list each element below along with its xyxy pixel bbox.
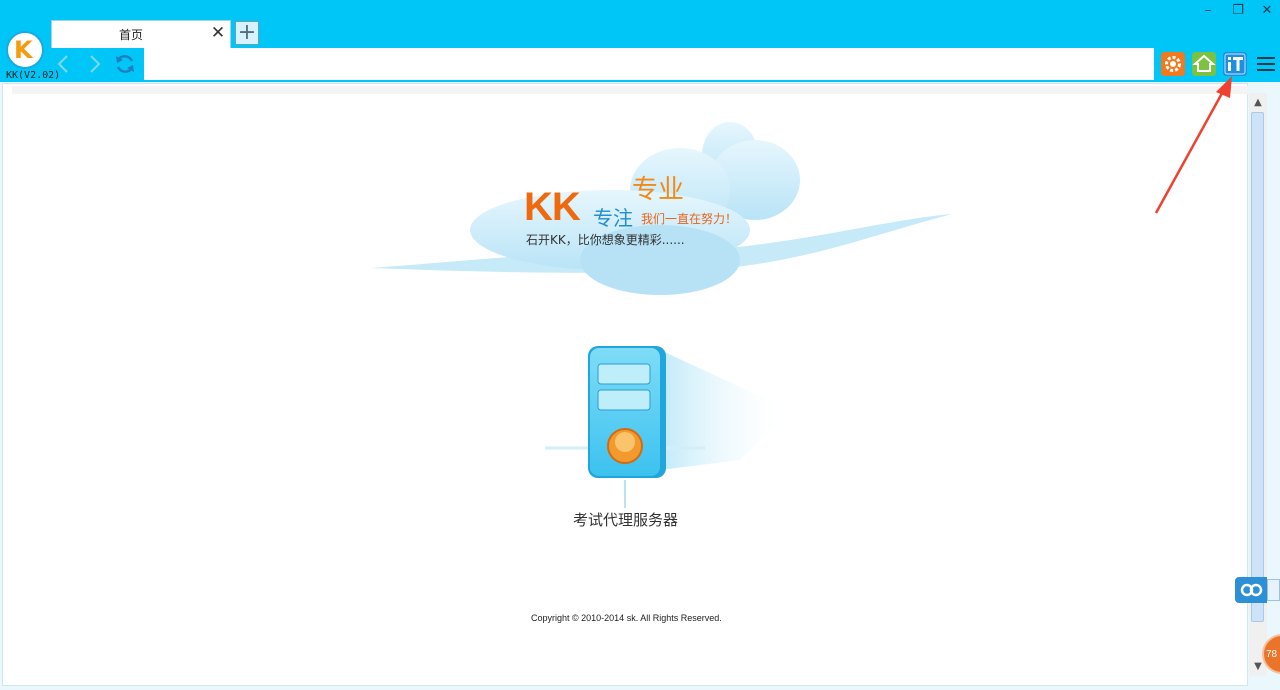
restore-icon[interactable]: ❐ <box>1228 2 1248 20</box>
server-icon <box>545 346 790 508</box>
server-label: 考试代理服务器 <box>573 511 679 529</box>
tab-home-label: 首页 <box>118 28 143 42</box>
address-bar[interactable] <box>144 48 1154 80</box>
refresh-icon[interactable] <box>113 52 137 76</box>
brand-logo-text: KK <box>524 185 581 229</box>
forward-icon[interactable] <box>82 52 106 76</box>
menu-icon[interactable] <box>1254 52 1278 76</box>
logo-letter: K <box>14 36 33 64</box>
link-icon <box>1240 583 1263 597</box>
close-icon[interactable]: ✕ <box>1257 2 1277 20</box>
tab-close-icon[interactable]: ✕ <box>210 23 226 43</box>
tagline-main: 专注 <box>593 206 633 230</box>
scroll-thumb[interactable] <box>1251 112 1264 622</box>
scroll-up-icon[interactable]: ▲ <box>1250 95 1266 111</box>
minimize-icon[interactable]: – <box>1198 2 1218 20</box>
annotation-arrow <box>1154 76 1232 214</box>
content-header-strip <box>12 86 1248 94</box>
tab-home[interactable]: 首页 ✕ <box>51 20 231 48</box>
floating-panel-tab[interactable] <box>1267 579 1280 601</box>
slogan-text: 我们一直在努力！ <box>641 212 738 226</box>
new-tab-button[interactable]: + <box>235 21 259 45</box>
tagline-top: 专业 <box>632 175 685 205</box>
subtitle-text: 石开KK，比你想象更精彩...... <box>526 233 685 247</box>
floating-share-button[interactable] <box>1235 577 1267 603</box>
app-logo[interactable]: K <box>6 31 44 69</box>
copyright-text: Copyright © 2010-2014 sk. All Rights Res… <box>531 613 722 623</box>
floating-badge-count: 78 <box>1266 649 1278 660</box>
version-label: KK(V2.02) <box>6 70 61 81</box>
